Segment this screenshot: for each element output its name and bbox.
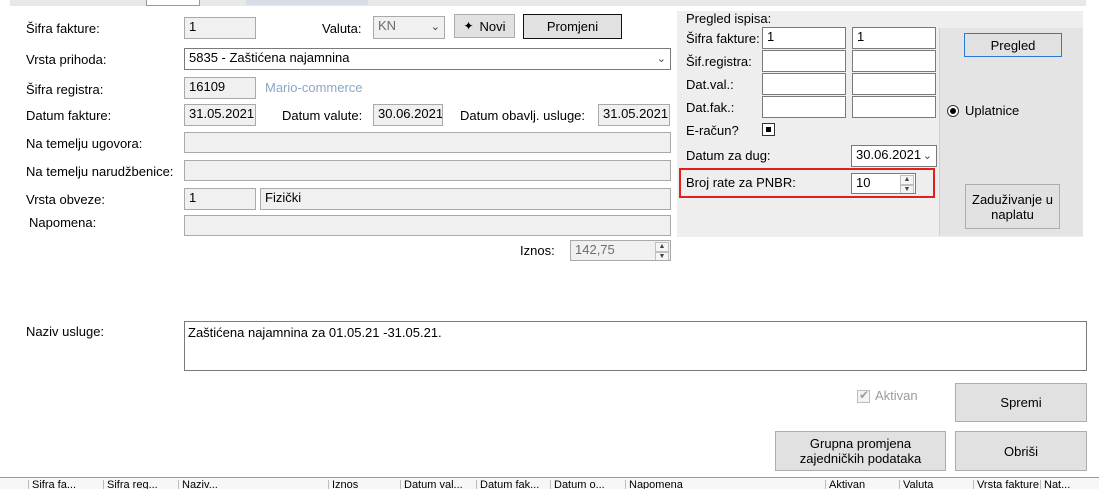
valuta-select[interactable]: KN ⌄ [373,16,445,39]
checkbox-fill-icon [766,127,771,132]
chevron-down-icon: ⌄ [656,53,666,65]
naziv-usluge-label: Naziv usluge: [26,324,105,339]
pregled-sifra-fakture-from[interactable]: 1 [762,27,846,49]
check-icon: ✔ [859,388,870,402]
obrisi-label: Obriši [1004,443,1038,459]
broj-rate-spinner[interactable]: ▲ ▼ [900,175,914,193]
ugovor-label: Na temelju ugovora: [26,136,143,151]
radio-dot-icon [950,108,956,114]
aktivan-label: Aktivan [875,388,918,403]
e-racun-label: E-račun? [686,123,739,138]
chevron-down-icon: ⌄ [922,150,932,162]
vrsta-prihoda-value: 5835 - Zaštićena najamnina [189,50,350,65]
pregled-sif-registra-from[interactable] [762,50,846,72]
spin-up-icon[interactable]: ▲ [655,242,669,252]
e-racun-checkbox[interactable] [762,123,775,136]
pregled-dat-fak-from[interactable] [762,96,846,118]
iznos-field[interactable]: 142,75 ▲ ▼ [570,240,671,261]
valuta-label: Valuta: [322,21,362,36]
uplatnice-radio[interactable] [947,105,959,117]
broj-rate-value: 10 [856,175,871,190]
broj-rate-label: Broj rate za PNBR: [686,175,796,190]
sifra-fakture-field[interactable]: 1 [184,17,256,39]
spin-down-icon[interactable]: ▼ [655,252,669,260]
spin-up-icon[interactable]: ▲ [900,175,914,185]
grupna-promjena-button[interactable]: Grupna promjena zajedničkih podataka [775,431,946,471]
tab-active[interactable] [146,0,200,6]
valuta-value: KN [378,18,397,33]
napomena-label: Napomena: [29,215,97,230]
pregled-dat-val-from[interactable] [762,73,846,95]
novi-button[interactable]: ✦ Novi [454,14,515,38]
broj-rate-field[interactable]: 10 ▲ ▼ [851,173,916,194]
pregled-dat-val-label: Dat.val.: [686,77,734,92]
datum-obavlj-label: Datum obavlj. usluge: [460,108,586,123]
naziv-usluge-textarea[interactable]: Zaštićena najamnina za 01.05.21 -31.05.2… [184,321,1087,371]
datum-obavlj-field[interactable]: 31.05.2021 [598,104,670,126]
pregled-sifra-fakture-to[interactable]: 1 [852,27,936,49]
datum-za-dug-value: 30.06.2021 [856,147,922,162]
narudzbenica-label: Na temelju narudžbenice: [26,164,174,179]
vrsta-obveze-code-field[interactable]: 1 [184,188,256,210]
spremi-label: Spremi [1000,395,1042,410]
registra-name: Mario-commerce [265,80,363,95]
pregled-dat-val-to[interactable] [852,73,936,95]
iznos-value: 142,75 [575,242,615,257]
chevron-down-icon: ⌄ [430,21,440,33]
grid-header: Šifra fa... Šifra reg... Naziv... Iznos … [0,477,1099,489]
naziv-usluge-value: Zaštićena najamnina za 01.05.21 -31.05.2… [188,325,442,340]
datum-valute-field[interactable]: 30.06.2021 [373,104,443,126]
napomena-field[interactable] [184,215,671,236]
datum-valute-label: Datum valute: [282,108,363,123]
zaduzivanje-button[interactable]: Zaduživanje u naplatu [965,184,1060,229]
pregled-sif-registra-label: Šif.registra: [686,54,752,69]
pregled-title: Pregled ispisa: [686,11,772,26]
narudzbenica-field[interactable] [184,160,671,181]
spin-down-icon[interactable]: ▼ [900,185,914,193]
ugovor-field[interactable] [184,132,671,153]
sifra-registra-label: Šifra registra: [26,82,104,97]
pregled-button[interactable]: Pregled [964,33,1062,57]
promjeni-label: Promjeni [546,19,599,34]
sifra-registra-field[interactable]: 16109 [184,77,256,99]
vrsta-prihoda-label: Vrsta prihoda: [26,52,107,67]
new-icon: ✦ [463,18,474,33]
sifra-fakture-label: Šifra fakture: [26,21,100,36]
datum-fakture-field[interactable]: 31.05.2021 [184,104,256,126]
iznos-spinner[interactable]: ▲ ▼ [655,242,669,260]
datum-za-dug-picker[interactable]: 30.06.2021 ⌄ [851,145,937,167]
datum-za-dug-label: Datum za dug: [686,148,771,163]
pregled-dat-fak-to[interactable] [852,96,936,118]
vrsta-prihoda-select[interactable]: 5835 - Zaštićena najamnina ⌄ [184,48,671,70]
datum-fakture-label: Datum fakture: [26,108,112,123]
promjeni-button[interactable]: Promjeni [523,14,622,39]
zaduzivanje-label: Zaduživanje u naplatu [972,191,1053,222]
obrisi-button[interactable]: Obriši [955,431,1087,471]
aktivan-checkbox[interactable]: ✔ [857,388,870,403]
tab-2[interactable] [246,0,368,5]
grupna-label: Grupna promjena zajedničkih podataka [799,436,922,466]
iznos-label: Iznos: [520,243,555,258]
vrsta-obveze-name-field[interactable]: Fizički [260,188,671,210]
pregled-button-label: Pregled [990,37,1036,53]
novi-label: Novi [479,18,506,34]
uplatnice-label: Uplatnice [965,103,1020,118]
pregled-dat-fak-label: Dat.fak.: [686,100,735,115]
pregled-sif-registra-to[interactable] [852,50,936,72]
spremi-button[interactable]: Spremi [955,383,1087,422]
pregled-sifra-fakture-label: Šifra fakture: [686,31,760,46]
vrsta-obveze-label: Vrsta obveze: [26,192,106,207]
